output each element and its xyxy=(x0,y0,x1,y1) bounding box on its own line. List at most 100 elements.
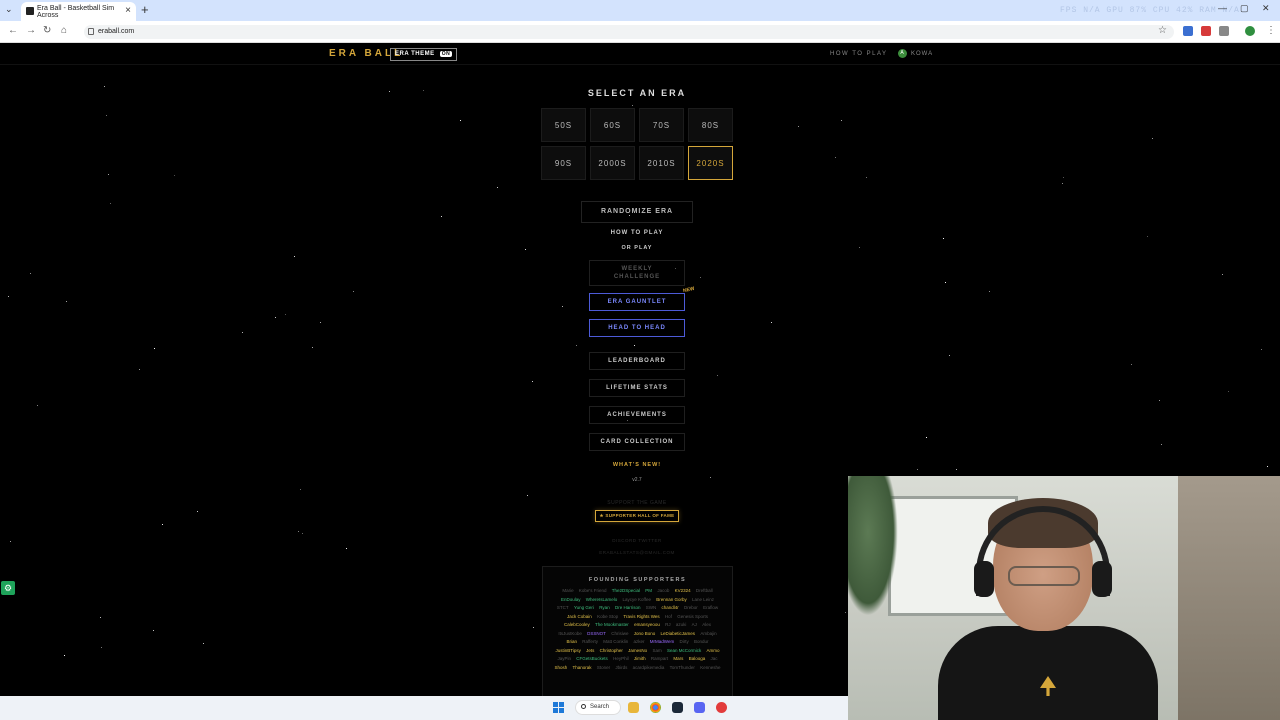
leaderboard-button[interactable]: LEADERBOARD xyxy=(589,352,685,370)
browser-tabbar: ⌄ Era Ball - Basketball Sim Across × + F… xyxy=(0,0,1280,21)
supporter-name: Alex xyxy=(702,622,711,627)
era-button-50s[interactable]: 50S xyxy=(541,108,586,142)
select-era-title: SELECT AN ERA xyxy=(587,88,687,98)
star xyxy=(441,216,442,217)
head-to-head-button[interactable]: HEAD TO HEAD xyxy=(589,319,685,337)
supporter-name: CalebCooley xyxy=(564,622,590,627)
supporter-name: Rafferty xyxy=(582,639,598,644)
star xyxy=(798,126,799,127)
star xyxy=(346,548,347,549)
support-the-game-link[interactable]: SUPPORT THE GAME xyxy=(590,500,684,506)
how-to-play-link[interactable]: HOW TO PLAY xyxy=(830,51,888,57)
star xyxy=(527,495,528,496)
star xyxy=(859,247,860,248)
era-button-60s[interactable]: 60S xyxy=(590,108,635,142)
supporter-name: azuki xyxy=(675,622,687,627)
star xyxy=(389,91,390,92)
era-button-70s[interactable]: 70S xyxy=(639,108,684,142)
era-button-2000s[interactable]: 2000S xyxy=(590,146,635,180)
star xyxy=(106,115,107,116)
era-button-90s[interactable]: 90S xyxy=(541,146,586,180)
star xyxy=(835,157,836,158)
era-button-2020s[interactable]: 2020S xyxy=(688,146,733,180)
bookmark-star-icon[interactable]: ☆ xyxy=(1158,25,1167,36)
tab-search-icon[interactable]: ⌄ xyxy=(5,4,13,15)
supporter-name: Stoner xyxy=(596,664,611,670)
card-collection-button[interactable]: CARD COLLECTION xyxy=(589,433,685,451)
headset-earcup-left xyxy=(974,561,994,597)
forward-icon[interactable]: → xyxy=(26,25,36,36)
star xyxy=(460,120,461,121)
star xyxy=(110,203,111,204)
version-label: v2.7 xyxy=(632,477,642,483)
minimize-icon[interactable]: — xyxy=(1218,3,1227,13)
supporter-name: CFGetsBuckets xyxy=(576,656,608,661)
star xyxy=(275,317,276,318)
star xyxy=(771,322,772,323)
star xyxy=(30,273,31,274)
maximize-icon[interactable]: ▢ xyxy=(1240,3,1249,14)
era-theme-toggle[interactable]: ERA THEME ON xyxy=(390,48,458,61)
weekly-challenge-button[interactable]: WEEKLY CHALLENGE xyxy=(589,260,685,286)
discord-icon[interactable] xyxy=(694,702,705,713)
era-grid: 50S 60S 70S 80S 90S 2000S 2010S 2020S xyxy=(541,108,735,180)
close-window-icon[interactable]: ✕ xyxy=(1262,3,1270,14)
supporter-name: Brian xyxy=(566,639,577,644)
whats-new-link[interactable]: WHAT'S NEW! xyxy=(590,462,684,468)
steam-icon[interactable] xyxy=(672,702,683,713)
close-tab-icon[interactable]: × xyxy=(125,5,131,16)
lifetime-stats-button[interactable]: LIFETIME STATS xyxy=(589,379,685,397)
webcam-person-body xyxy=(938,626,1158,720)
supporter-name: SWN xyxy=(645,605,657,610)
home-icon[interactable]: ⌂ xyxy=(61,25,67,36)
accessibility-widget-icon[interactable]: ⚙ xyxy=(1,581,15,595)
how-to-play-button[interactable]: HOW TO PLAY xyxy=(590,230,684,236)
extension-icon[interactable] xyxy=(1201,26,1211,36)
supporter-name: Thanorak xyxy=(572,664,592,670)
era-button-80s[interactable]: 80S xyxy=(688,108,733,142)
randomize-era-button[interactable]: RANDOMIZE ERA xyxy=(581,201,693,223)
supporter-name: TomThunder xyxy=(669,664,695,670)
star xyxy=(710,477,711,478)
browser-menu-icon[interactable]: ⋮ xyxy=(1266,25,1276,36)
era-button-2010s[interactable]: 2010S xyxy=(639,146,684,180)
contact-email-link[interactable]: ERABALLSTATS@GMAIL.COM xyxy=(590,547,684,559)
era-gauntlet-button[interactable]: ERA GAUNTLET xyxy=(589,293,685,311)
extensions-puzzle-icon[interactable] xyxy=(1219,26,1229,36)
app-icon[interactable] xyxy=(716,702,727,713)
star xyxy=(1131,364,1132,365)
supporter-name: Sean McCormick xyxy=(666,647,702,653)
profile-avatar-icon[interactable] xyxy=(1245,26,1255,36)
site-info-icon[interactable] xyxy=(88,28,94,35)
user-name: KOWA xyxy=(911,50,934,57)
star xyxy=(956,469,957,470)
browser-tab[interactable]: Era Ball - Basketball Sim Across × xyxy=(21,2,136,21)
back-icon[interactable]: ← xyxy=(8,25,18,36)
star xyxy=(154,348,155,349)
star xyxy=(139,369,140,370)
supporter-name: HeyPhil xyxy=(613,656,629,661)
supporter-name: Drebor xyxy=(684,605,698,610)
supporter-name: Eraflow xyxy=(703,605,719,610)
supporter-name: Rampart xyxy=(650,656,669,661)
taskbar-search[interactable]: Search xyxy=(575,700,621,715)
chrome-icon[interactable] xyxy=(650,702,661,713)
star xyxy=(1222,274,1223,275)
user-menu[interactable]: A KOWA xyxy=(898,49,933,58)
star xyxy=(926,437,927,438)
supporter-name: chandl4r xyxy=(661,605,679,610)
star xyxy=(917,469,918,470)
extension-icon[interactable] xyxy=(1183,26,1193,36)
url-text: eraball.com xyxy=(98,28,135,35)
supporter-name: PM xyxy=(645,588,653,593)
supporter-name: Genesis Sports xyxy=(677,613,708,619)
windows-start-icon[interactable] xyxy=(553,702,564,713)
discord-twitter-links[interactable]: DISCORD TWITTER xyxy=(590,535,684,547)
file-explorer-icon[interactable] xyxy=(628,702,639,713)
system-stats-overlay: FPS N/A GPU 87% CPU 42% RAM N/A xyxy=(1060,6,1240,15)
reload-icon[interactable]: ↻ xyxy=(43,25,51,36)
url-bar[interactable]: eraball.com xyxy=(84,25,1174,39)
supporter-hall-of-fame-button[interactable]: ★ SUPPORTER HALL OF FAME xyxy=(595,510,679,522)
new-tab-button[interactable]: + xyxy=(141,2,149,17)
achievements-button[interactable]: ACHIEVEMENTS xyxy=(589,406,685,424)
